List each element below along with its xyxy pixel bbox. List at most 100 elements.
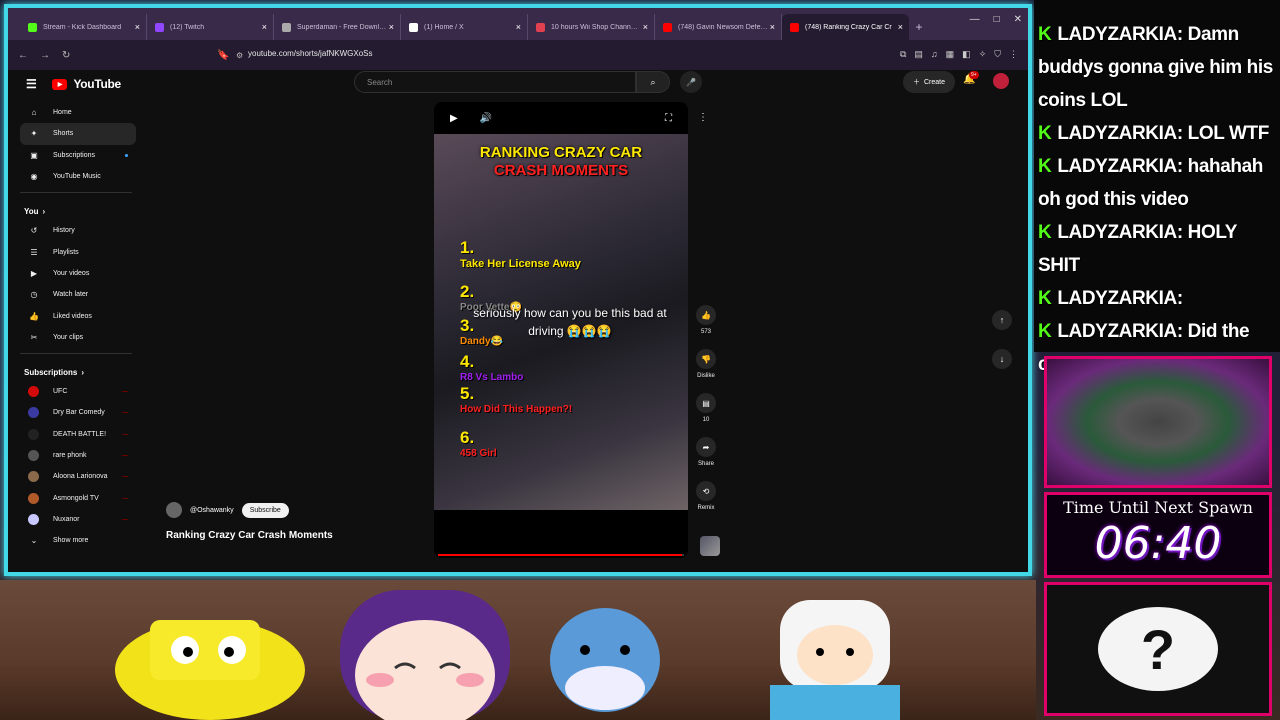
- sidebar-item-youtube-music[interactable]: ◉ YouTube Music: [20, 166, 136, 187]
- sidebar-item-your-clips[interactable]: ✂ Your clips: [20, 327, 136, 348]
- sidebar-item-label: rare phonk: [53, 452, 87, 459]
- tab-label: 10 hours Wii Shop Channel M: [551, 23, 641, 31]
- comments-button[interactable]: ▤ 10: [696, 393, 716, 423]
- back-icon[interactable]: ←: [18, 50, 28, 61]
- shorts-player[interactable]: ▶ 🔊 ⛶ RANKING CRAZY CAR CRASH MOMENTS 1.…: [434, 102, 688, 558]
- previous-short-button[interactable]: ↑: [992, 310, 1012, 330]
- menu-icon[interactable]: ⋮: [1009, 49, 1018, 60]
- sidebar-item-history[interactable]: ↺ History: [20, 220, 136, 241]
- subscriptions-header[interactable]: Subscriptions ›: [20, 358, 136, 381]
- tab-close-icon[interactable]: ×: [898, 22, 903, 32]
- rank-text: R8 Vs Lambo: [460, 372, 524, 383]
- youtube-logo-text: YouTube: [73, 77, 121, 91]
- hamburger-icon[interactable]: ☰: [26, 77, 37, 91]
- sidebar-item-subscriptions[interactable]: ▣ Subscriptions: [20, 145, 136, 166]
- youtube-play-icon: ▶: [52, 78, 68, 90]
- browser-tab[interactable]: Superdaman - Free Download, Borr×: [274, 14, 401, 40]
- channel-avatar: [28, 407, 39, 419]
- more-options-icon[interactable]: ⋮: [698, 112, 708, 123]
- voice-search-button[interactable]: 🎤: [680, 71, 702, 93]
- rank-number: 5.: [460, 384, 475, 403]
- sidebar-item-label: Home: [53, 109, 72, 117]
- sidebar: ⌂ Home ✦ Shorts ▣ Subscriptions ◉ YouTube Music…: [20, 102, 136, 551]
- sidebar-item-playlists[interactable]: ☰ Playlists: [20, 241, 136, 262]
- tab-close-icon[interactable]: ×: [770, 22, 775, 32]
- tab-close-icon[interactable]: ×: [389, 22, 394, 32]
- tab-favicon-icon: [790, 22, 799, 32]
- sidebar-item-shorts[interactable]: ✦ Shorts: [20, 123, 136, 145]
- video-frame[interactable]: RANKING CRAZY CAR CRASH MOMENTS 1. Take H…: [434, 134, 688, 510]
- minimize-icon[interactable]: —: [970, 14, 980, 25]
- search-input[interactable]: Search: [354, 71, 636, 93]
- sidebar-item-liked-videos[interactable]: 👍 Liked videos: [20, 305, 136, 326]
- extension-icon[interactable]: ✧: [979, 49, 987, 60]
- sidebar-item-channel[interactable]: rare phonk: [20, 445, 136, 466]
- kick-badge-icon: K: [1038, 24, 1052, 45]
- extension-icon[interactable]: ▤: [914, 49, 923, 60]
- short-title[interactable]: Ranking Crazy Car Crash Moments: [166, 530, 333, 541]
- sidebar-item-home[interactable]: ⌂ Home: [20, 102, 136, 123]
- sidebar-item-channel[interactable]: UFC: [20, 381, 136, 402]
- browser-tab[interactable]: 10 hours Wii Shop Channel M ×: [528, 14, 655, 40]
- maximize-icon[interactable]: □: [994, 14, 1000, 25]
- sidebar-item-channel[interactable]: Dry Bar Comedy: [20, 402, 136, 423]
- you-header[interactable]: You ›: [20, 197, 136, 220]
- rank-text: How Did This Happen?!: [460, 404, 573, 415]
- extension-icon[interactable]: ◧: [962, 49, 971, 60]
- tab-close-icon[interactable]: ×: [643, 22, 648, 32]
- next-short-button[interactable]: ↓: [992, 349, 1012, 369]
- browser-tab[interactable]: (748) Ranking Crazy Car Cr ×: [782, 14, 909, 40]
- sidebar-item-channel[interactable]: DEATH BATTLE!: [20, 424, 136, 445]
- reload-icon[interactable]: ↻: [62, 50, 70, 61]
- audio-thumbnail[interactable]: [700, 536, 720, 556]
- sidebar-item-your-videos[interactable]: ▶ Your videos: [20, 263, 136, 284]
- share-icon: ➦: [696, 437, 716, 457]
- bookmark-icon[interactable]: 🔖: [217, 50, 229, 61]
- browser-tab[interactable]: Stream - Kick Dashboard ×: [20, 14, 147, 40]
- chat-username: LADYZARKIA: [1057, 321, 1177, 342]
- sidebar-item-label: YouTube Music: [53, 173, 101, 181]
- sidebar-item-channel[interactable]: Asmongold TV: [20, 487, 136, 508]
- browser-tab[interactable]: (1) Home / X ×: [401, 14, 528, 40]
- youtube-logo[interactable]: ☰ ▶ YouTube: [26, 77, 121, 91]
- close-icon[interactable]: ✕: [1014, 14, 1022, 25]
- extension-icon[interactable]: ⛉: [994, 49, 1001, 60]
- create-button[interactable]: ＋ Create: [903, 71, 956, 93]
- show-more-button[interactable]: ⌄ Show more: [20, 530, 136, 551]
- channel-name[interactable]: @Oshawanky: [190, 507, 234, 514]
- browser-tab[interactable]: (748) Gavin Newsom Defends With×: [655, 14, 782, 40]
- dislike-button[interactable]: 👎 Dislike: [696, 349, 716, 379]
- stream-overlay: Stream - Kick Dashboard × (12) Twitch × Supe…: [0, 0, 1280, 720]
- fullscreen-icon[interactable]: ⛶: [665, 113, 672, 124]
- sidebar-item-watch-later[interactable]: ◷ Watch later: [20, 284, 136, 305]
- subscribe-button[interactable]: Subscribe: [241, 502, 289, 518]
- browser-tab[interactable]: (12) Twitch ×: [147, 14, 274, 40]
- divider: [20, 192, 132, 194]
- like-button[interactable]: 👍 573: [696, 305, 716, 335]
- channel-avatar: [28, 428, 39, 440]
- extension-icon[interactable]: ♫: [931, 49, 938, 60]
- progress-bar[interactable]: [438, 554, 684, 556]
- channel-avatar[interactable]: [166, 502, 182, 518]
- plus-icon: ＋: [913, 79, 920, 86]
- tab-label: Superdaman - Free Download, Borr: [297, 23, 387, 31]
- tab-close-icon[interactable]: ×: [262, 22, 267, 32]
- avatar[interactable]: [993, 73, 1009, 89]
- site-info-icon[interactable]: ⚙: [236, 51, 243, 60]
- tab-close-icon[interactable]: ×: [135, 22, 140, 32]
- search-button[interactable]: ⌕: [636, 71, 670, 93]
- extension-icon[interactable]: ⧉: [900, 49, 906, 60]
- play-icon[interactable]: ▶: [450, 113, 458, 124]
- share-button[interactable]: ➦ Share: [696, 437, 716, 467]
- extension-icon[interactable]: ▦: [946, 49, 955, 60]
- remix-button[interactable]: ⟲ Remix: [696, 481, 716, 511]
- sidebar-item-channel[interactable]: Nuxanor: [20, 509, 136, 530]
- volume-icon[interactable]: 🔊: [480, 113, 492, 124]
- tab-close-icon[interactable]: ×: [516, 22, 521, 32]
- url-field[interactable]: youtube.com/shorts/jafNKWGXoSs: [248, 49, 373, 58]
- new-tab-button[interactable]: +: [909, 14, 929, 40]
- forward-icon[interactable]: →: [40, 50, 50, 61]
- sidebar-item-label: Nuxanor: [53, 515, 80, 523]
- sidebar-item-channel[interactable]: Aloona Larionova: [20, 466, 136, 487]
- tab-label: (1) Home / X: [424, 23, 464, 31]
